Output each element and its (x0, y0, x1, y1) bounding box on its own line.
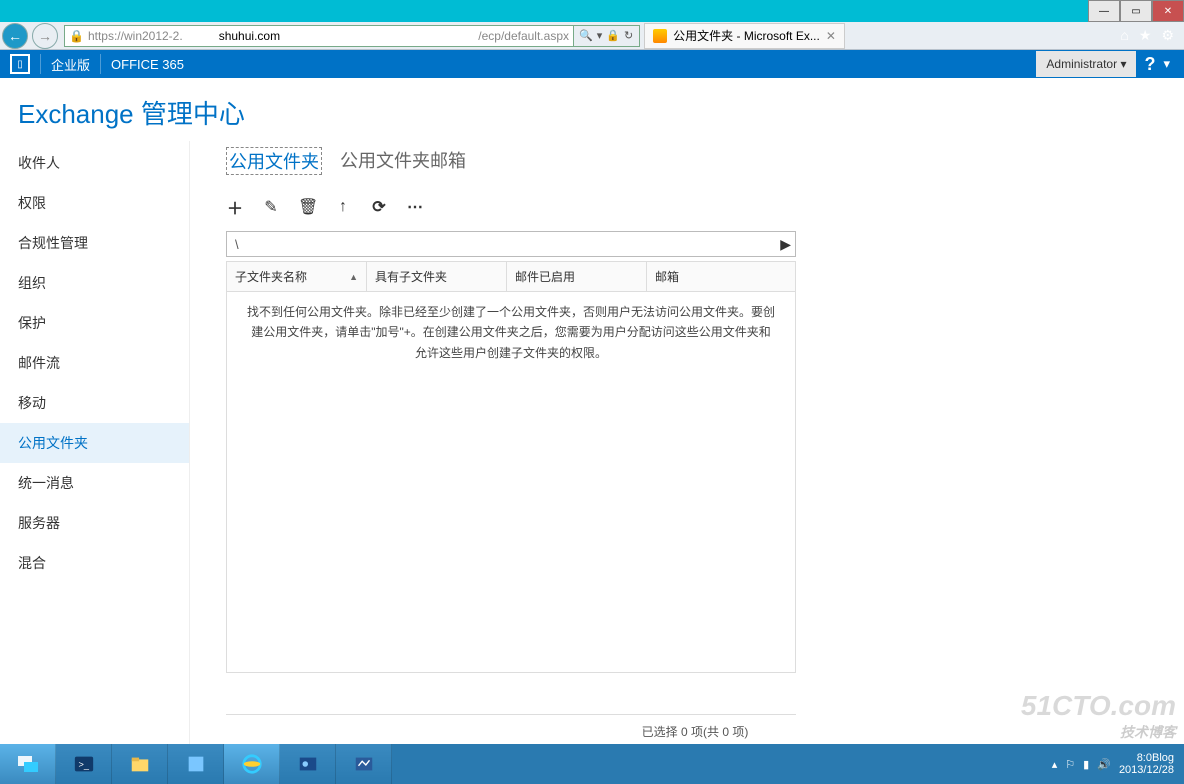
search-icon[interactable]: 🔍 (579, 29, 593, 42)
sub-tabs: 公用文件夹 公用文件夹邮箱 (226, 141, 1164, 189)
sidebar-item-mobile[interactable]: 移动 (0, 383, 189, 423)
user-menu[interactable]: Administrator ▾ (1036, 51, 1136, 77)
home-icon[interactable]: ⌂ (1120, 27, 1128, 44)
public-folder-grid: 子文件夹名称 ▲ 具有子文件夹 邮件已启用 邮箱 找不到任何公用文件夹。除非已经… (226, 261, 796, 673)
lock-icon: 🔒 (69, 29, 84, 43)
grid-header: 子文件夹名称 ▲ 具有子文件夹 邮件已启用 邮箱 (227, 262, 795, 292)
sidebar-item-permissions[interactable]: 权限 (0, 183, 189, 223)
grid-empty-message: 找不到任何公用文件夹。除非已经至少创建了一个公用文件夹，否则用户无法访问公用文件… (227, 292, 795, 672)
more-button[interactable]: ⋯ (406, 197, 424, 217)
dropdown-icon[interactable]: ▾ (597, 29, 603, 42)
taskbar: >_ ▴ ⚐ ▮ 🔊 8:0Blog 2013/12/28 (0, 744, 1184, 784)
taskbar-app7[interactable] (336, 744, 392, 784)
breadcrumb-text: \ (235, 237, 239, 252)
settings-gear-icon[interactable]: ⚙ (1161, 27, 1174, 44)
sidebar-item-hybrid[interactable]: 混合 (0, 543, 189, 583)
sidebar-item-servers[interactable]: 服务器 (0, 503, 189, 543)
selection-status: 已选择 0 项(共 0 项) (226, 715, 1164, 744)
col-mail-enabled[interactable]: 邮件已启用 (507, 262, 647, 291)
chevron-down-icon: ▾ (1120, 57, 1126, 71)
help-chevron-icon[interactable]: ▾ (1163, 56, 1170, 72)
tab-close-icon[interactable]: ✕ (826, 29, 836, 43)
address-bar-controls: 🔍 ▾ 🔒 ↻ (573, 25, 640, 47)
col-mailbox[interactable]: 邮箱 (647, 262, 795, 291)
col-subfolder-name[interactable]: 子文件夹名称 ▲ (227, 262, 367, 291)
col-label: 子文件夹名称 (235, 268, 307, 285)
taskbar-powershell[interactable]: >_ (56, 744, 112, 784)
svg-text:>_: >_ (78, 760, 89, 770)
tray-sound-icon[interactable]: 🔊 (1097, 758, 1111, 771)
back-button[interactable]: ← (2, 23, 28, 49)
taskbar-app6[interactable] (280, 744, 336, 784)
enterprise-link[interactable]: 企业版 (40, 54, 100, 74)
breadcrumb-path[interactable]: \ ▶ (226, 231, 796, 257)
sidebar-item-protection[interactable]: 保护 (0, 303, 189, 343)
system-tray: ▴ ⚐ ▮ 🔊 8:0Blog 2013/12/28 (1042, 744, 1184, 784)
browser-toolbar: ← → 🔒 https:// win2012-2. shuhui.com /ec… (0, 22, 1184, 50)
tab-favicon-icon (653, 29, 667, 43)
minimize-button[interactable]: — (1088, 0, 1120, 22)
cert-lock-icon[interactable]: 🔒 (606, 29, 620, 42)
address-bar[interactable]: 🔒 https:// win2012-2. shuhui.com /ecp/de… (64, 25, 574, 47)
help-button[interactable]: ? (1144, 54, 1155, 75)
window-controls: — ▭ ✕ (1088, 0, 1184, 22)
taskbar-ie[interactable] (224, 744, 280, 784)
office365-link[interactable]: OFFICE 365 (100, 54, 194, 74)
sidebar-item-compliance[interactable]: 合规性管理 (0, 223, 189, 263)
refresh-button[interactable]: ⟳ (370, 197, 388, 217)
o365-header: ▯ 企业版 OFFICE 365 Administrator ▾ ? ▾ (0, 50, 1184, 78)
sidebar-item-unified-messaging[interactable]: 统一消息 (0, 463, 189, 503)
tray-flag-icon[interactable]: ⚐ (1065, 758, 1075, 771)
tray-network-icon[interactable]: ▮ (1083, 758, 1089, 771)
sidebar-item-recipients[interactable]: 收件人 (0, 143, 189, 183)
maximize-button[interactable]: ▭ (1120, 0, 1152, 22)
url-host: win2012-2. (124, 29, 183, 43)
favorites-icon[interactable]: ★ (1139, 27, 1152, 44)
sidebar-item-mailflow[interactable]: 邮件流 (0, 343, 189, 383)
tray-date: 2013/12/28 (1119, 764, 1174, 776)
taskbar-server-manager[interactable] (0, 744, 56, 784)
tab-title: 公用文件夹 - Microsoft Ex... (673, 27, 820, 44)
edit-button[interactable]: ✎ (262, 197, 280, 217)
browser-tools: ⌂ ★ ⚙ (1110, 27, 1184, 44)
taskbar-explorer[interactable] (112, 744, 168, 784)
tab-public-folder-mailboxes[interactable]: 公用文件夹邮箱 (340, 147, 466, 175)
tray-time: 8:0Blog (1119, 752, 1174, 764)
tray-up-icon[interactable]: ▴ (1052, 758, 1058, 771)
toolbar: ＋ ✎ 🗑 ↑ ⟳ ⋯ (226, 189, 1164, 225)
delete-button[interactable]: 🗑 (298, 197, 316, 217)
browser-tab[interactable]: 公用文件夹 - Microsoft Ex... ✕ (644, 23, 845, 49)
close-button[interactable]: ✕ (1152, 0, 1184, 22)
tab-public-folders[interactable]: 公用文件夹 (226, 147, 322, 175)
refresh-icon[interactable]: ↻ (624, 29, 633, 42)
add-button[interactable]: ＋ (226, 195, 244, 219)
url-path: /ecp/default.aspx (478, 29, 569, 43)
page-body: Exchange 管理中心 收件人 权限 合规性管理 组织 保护 邮件流 移动 … (0, 78, 1184, 744)
page-title: Exchange 管理中心 (0, 78, 1184, 141)
user-name-label: Administrator (1046, 57, 1117, 71)
col-has-subfolders[interactable]: 具有子文件夹 (367, 262, 507, 291)
sidebar-nav: 收件人 权限 合规性管理 组织 保护 邮件流 移动 公用文件夹 统一消息 服务器… (0, 141, 190, 744)
sidebar-item-organization[interactable]: 组织 (0, 263, 189, 303)
url-scheme: https:// (88, 29, 124, 43)
forward-button[interactable]: → (32, 23, 58, 49)
up-level-button[interactable]: ↑ (334, 198, 352, 216)
sort-asc-icon: ▲ (349, 272, 358, 282)
url-domain: shuhui.com (183, 29, 479, 43)
tray-clock[interactable]: 8:0Blog 2013/12/28 (1119, 752, 1174, 776)
taskbar-app4[interactable] (168, 744, 224, 784)
app-launcher-icon[interactable]: ▯ (10, 54, 30, 74)
breadcrumb-arrow-icon[interactable]: ▶ (780, 236, 791, 253)
sidebar-item-public-folders[interactable]: 公用文件夹 (0, 423, 189, 463)
main-content: 公用文件夹 公用文件夹邮箱 ＋ ✎ 🗑 ↑ ⟳ ⋯ \ ▶ 子文件夹名称 ▲ (190, 141, 1184, 744)
